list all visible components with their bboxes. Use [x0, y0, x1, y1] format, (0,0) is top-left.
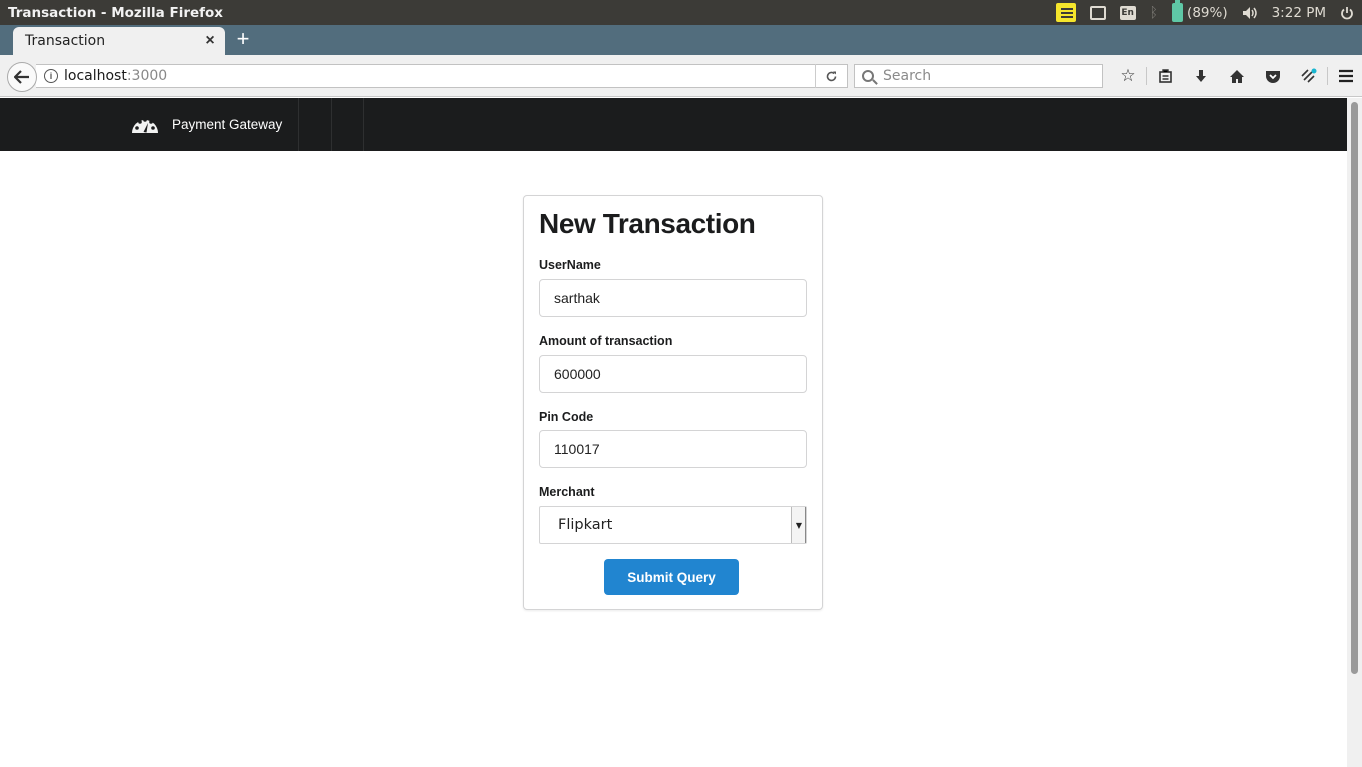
battery-indicator[interactable]: (89%) — [1172, 0, 1228, 25]
message-icon — [1089, 5, 1106, 20]
tab-title: Transaction — [25, 33, 106, 49]
url-host: localhost — [64, 68, 127, 84]
close-icon[interactable]: × — [195, 32, 225, 50]
merchant-select[interactable]: Flipkart ▼ — [539, 506, 807, 544]
battery-icon — [1172, 0, 1184, 22]
merchant-selected-value: Flipkart — [558, 517, 613, 533]
page-viewport: Payment Gateway New Transaction UserName… — [0, 98, 1347, 767]
browser-toolbar-icons: ☆ — [1110, 64, 1362, 88]
language-icon: En — [1119, 5, 1136, 20]
reading-list-icon[interactable] — [1147, 64, 1183, 88]
brand-link[interactable]: Payment Gateway — [116, 98, 299, 151]
dashboard-gauge-icon — [132, 117, 158, 133]
back-button[interactable] — [7, 62, 37, 92]
url-text[interactable]: localhost:3000 — [64, 68, 815, 84]
system-tray: En ᛒ (89%) 3:22 PM — [1055, 0, 1362, 25]
url-bar[interactable]: i localhost:3000 — [36, 64, 848, 88]
menu-icon[interactable] — [1328, 64, 1362, 88]
transaction-form-card: New Transaction UserName sarthak Amount … — [523, 195, 823, 610]
search-bar[interactable]: Search — [854, 64, 1103, 88]
info-icon[interactable]: i — [44, 69, 58, 83]
extension-icon[interactable] — [1291, 64, 1327, 88]
search-icon — [862, 70, 874, 82]
bluetooth-icon[interactable]: ᛒ — [1150, 0, 1158, 25]
chevron-down-icon[interactable]: ▼ — [791, 507, 806, 543]
tab-transaction[interactable]: Transaction × — [13, 27, 225, 55]
back-arrow-icon — [14, 70, 29, 84]
tab-strip: Transaction × + — [0, 25, 1362, 55]
navigation-toolbar: i localhost:3000 Search ☆ — [0, 55, 1362, 97]
power-icon[interactable] — [1340, 0, 1354, 25]
reload-icon[interactable] — [815, 64, 847, 88]
brand-name: Payment Gateway — [172, 117, 283, 132]
amount-label: Amount of transaction — [539, 334, 673, 348]
username-label: UserName — [539, 258, 601, 272]
clock[interactable]: 3:22 PM — [1272, 0, 1326, 25]
username-field[interactable]: sarthak — [539, 279, 807, 317]
volume-icon[interactable] — [1242, 0, 1258, 25]
pocket-icon[interactable] — [1255, 64, 1291, 88]
download-icon[interactable] — [1183, 64, 1219, 88]
battery-percent: (89%) — [1187, 4, 1228, 21]
amount-field[interactable]: 600000 — [539, 355, 807, 393]
keyboard-layout[interactable]: En — [1119, 0, 1136, 25]
app-navbar: Payment Gateway — [0, 98, 1347, 151]
navbar-divider — [363, 98, 364, 151]
scrollbar-thumb[interactable] — [1351, 102, 1358, 674]
bookmark-star-icon[interactable]: ☆ — [1110, 64, 1146, 88]
submit-button[interactable]: Submit Query — [604, 559, 739, 595]
form-title: New Transaction — [539, 208, 756, 239]
navbar-divider — [331, 98, 332, 151]
window-title: Transaction - Mozilla Firefox — [8, 4, 223, 21]
url-port: :3000 — [126, 68, 168, 84]
notification-tray[interactable] — [1089, 0, 1106, 25]
home-icon[interactable] — [1219, 64, 1255, 88]
merchant-label: Merchant — [539, 485, 595, 499]
notes-icon[interactable] — [1055, 3, 1076, 22]
pin-code-field[interactable]: 110017 — [539, 430, 807, 468]
os-top-bar: Transaction - Mozilla Firefox En ᛒ (89%)… — [0, 0, 1362, 25]
page-scrollbar[interactable] — [1347, 98, 1362, 767]
new-tab-button[interactable]: + — [231, 27, 255, 53]
search-placeholder: Search — [883, 68, 932, 84]
pin-code-label: Pin Code — [539, 410, 594, 424]
